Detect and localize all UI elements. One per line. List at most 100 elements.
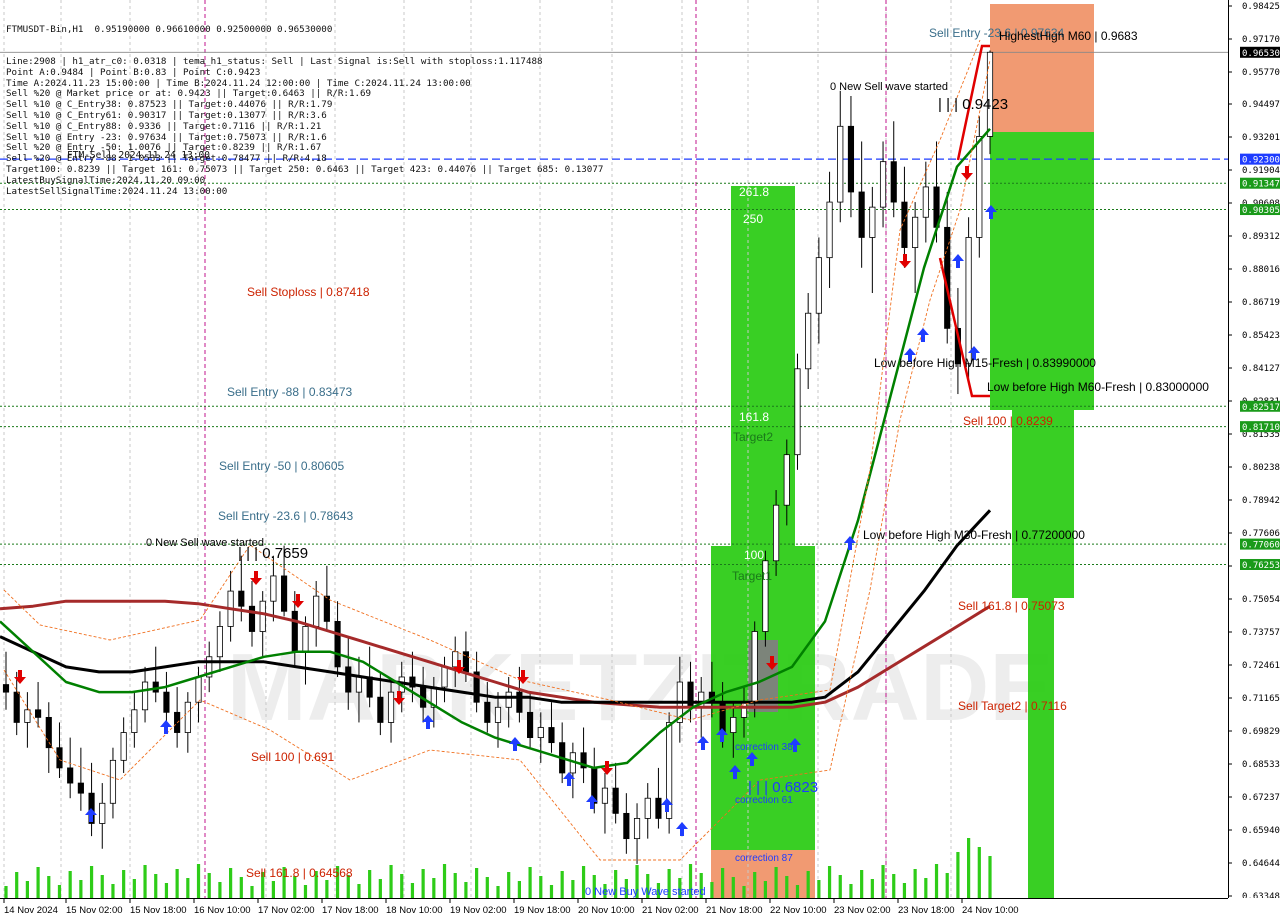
candle-bear (345, 666, 352, 693)
candle-bull (24, 709, 31, 723)
symbol-line: FTMUSDT-Bin,H1 0.95190000 0.96610000 0.9… (6, 23, 333, 35)
fib-2618-label: 261.8 (739, 185, 769, 199)
candle-bear (45, 716, 52, 749)
sell-entry-88-label: Sell Entry -88 | 0.83473 (227, 385, 353, 399)
candle-bull (99, 802, 106, 824)
price-box-label: 0.77060 (1242, 541, 1280, 551)
sell-stoploss-label: Sell Stoploss | 0.87418 (247, 285, 370, 299)
fib-1618-label: 161.8 (739, 410, 769, 424)
time-tick-label: 15 Nov 18:00 (130, 905, 187, 916)
candle-bear (291, 610, 298, 653)
info-line: Point A:0.9484 | Point B:0.83 | Point C:… (6, 66, 261, 78)
info-panel: FTMUSDT-Bin,H1 0.95190000 0.96610000 0.9… (6, 3, 603, 197)
price-tick-label: 0.73757 (1242, 628, 1280, 638)
candle-bull (184, 701, 191, 733)
price-box-label: 0.81710 (1242, 423, 1280, 433)
candle-bull (270, 575, 277, 602)
price-box-label: 0.90305 (1242, 206, 1280, 216)
candle-bear (13, 691, 20, 723)
candle-bear (2, 684, 10, 693)
sell-1618-right-label: Sell 161.8 | 0.75073 (958, 599, 1065, 613)
price-tick-label: 0.65940 (1242, 826, 1280, 836)
candle-bull (302, 626, 309, 653)
price-box-label: 0.91347 (1242, 180, 1280, 190)
sell-green-zone-lower (1028, 598, 1054, 898)
price-tick-label: 0.69829 (1242, 727, 1280, 737)
time-tick-label: 22 Nov 10:00 (770, 905, 827, 916)
candle-bear (56, 747, 63, 769)
candle-bull (965, 237, 972, 365)
candle-bull (976, 136, 983, 238)
candle-bull (195, 676, 202, 703)
sell-entry-236-label: Sell Entry -23.6 | 0.78643 (218, 509, 354, 523)
time-tick-label: 19 Nov 18:00 (514, 905, 571, 916)
price-box-label: 0.76253 (1242, 561, 1280, 571)
time-tick-label: 21 Nov 02:00 (642, 905, 699, 916)
time-tick-label: 23 Nov 18:00 (898, 905, 955, 916)
time-tick-label: 17 Nov 18:00 (322, 905, 379, 916)
time-tick-label: 23 Nov 02:00 (834, 905, 891, 916)
candle-bull (537, 727, 544, 738)
candle-bull (805, 312, 812, 370)
price-tick-label: 0.68533 (1242, 760, 1280, 770)
candle-bull (313, 595, 320, 627)
candle-bull (815, 257, 822, 314)
candle-bull (505, 691, 512, 708)
sell-100-left-label: Sell 100 | 0.691 (251, 750, 335, 764)
point-left-label: | | | 0.7659 (238, 545, 308, 562)
candle-bear (163, 691, 170, 713)
candle-bear (548, 727, 555, 744)
sell-green-zone-mid (1012, 410, 1074, 598)
time-tick-label: 19 Nov 02:00 (450, 905, 507, 916)
candle-bear (527, 711, 534, 738)
candle-bull (912, 216, 919, 248)
candle-bear (323, 595, 330, 622)
candle-bull (216, 626, 223, 658)
fib-250-label: 250 (743, 212, 763, 226)
candle-bull (794, 368, 801, 456)
candle-bear (281, 575, 288, 612)
price-tick-label: 0.94497 (1242, 100, 1280, 110)
candle-bull (751, 631, 758, 703)
price-tick-label: 0.95770 (1242, 68, 1280, 78)
candle-bull (740, 701, 748, 718)
candle-bear (248, 605, 256, 632)
candle-bear (623, 812, 630, 840)
sell-entry-50-label: Sell Entry -50 | 0.80605 (219, 459, 345, 473)
candle-bull (601, 787, 609, 804)
price-box-label: 0.82517 (1242, 403, 1280, 413)
price-tick-label: 0.67237 (1242, 793, 1280, 803)
time-tick-label: 15 Nov 02:00 (66, 905, 123, 916)
candle-bear (67, 767, 74, 784)
sell-target2-right-label: Sell Target2 | 0.7116 (958, 699, 1067, 713)
price-box-label: 0.92300 (1242, 156, 1280, 166)
price-tick-label: 0.91904 (1242, 166, 1280, 176)
candle-bear (655, 797, 662, 819)
time-tick-label: 24 Nov 10:00 (962, 905, 1019, 916)
time-axis-bg (0, 898, 1280, 920)
candle-bear (377, 696, 384, 723)
candle-bull (494, 706, 502, 723)
candle-bear (612, 787, 619, 814)
point-c-label: | | | 0.9423 (938, 96, 1008, 113)
price-tick-label: 0.85423 (1242, 331, 1280, 341)
highest-high-label: HighestHigh M60 | 0.9683 (999, 29, 1138, 43)
candle-bear (366, 676, 373, 698)
candle-bear (334, 621, 341, 668)
time-tick-label: 14 Nov 2024 (4, 905, 58, 916)
candle-bear (77, 782, 84, 794)
price-tick-label: 0.93201 (1242, 133, 1280, 143)
correction-87-label: correction 87 (735, 853, 793, 864)
price-tick-label: 0.75054 (1242, 595, 1280, 605)
price-tick-label: 0.84127 (1242, 364, 1280, 374)
info-line: LatestSellSignalTime:2024.11.24 13:00:00 (6, 185, 228, 197)
candle-bull (922, 186, 929, 218)
time-tick-label: 20 Nov 10:00 (578, 905, 635, 916)
candle-bull (355, 676, 363, 693)
candle-bear (35, 709, 42, 718)
time-tick-label: 21 Nov 18:00 (706, 905, 763, 916)
candle-bull (986, 51, 994, 137)
new-sell-wave-label: 0 New Sell wave started (830, 81, 948, 93)
candle-bull (259, 600, 266, 632)
sell-100-right-label: Sell 100 | 0.8239 (963, 414, 1053, 428)
